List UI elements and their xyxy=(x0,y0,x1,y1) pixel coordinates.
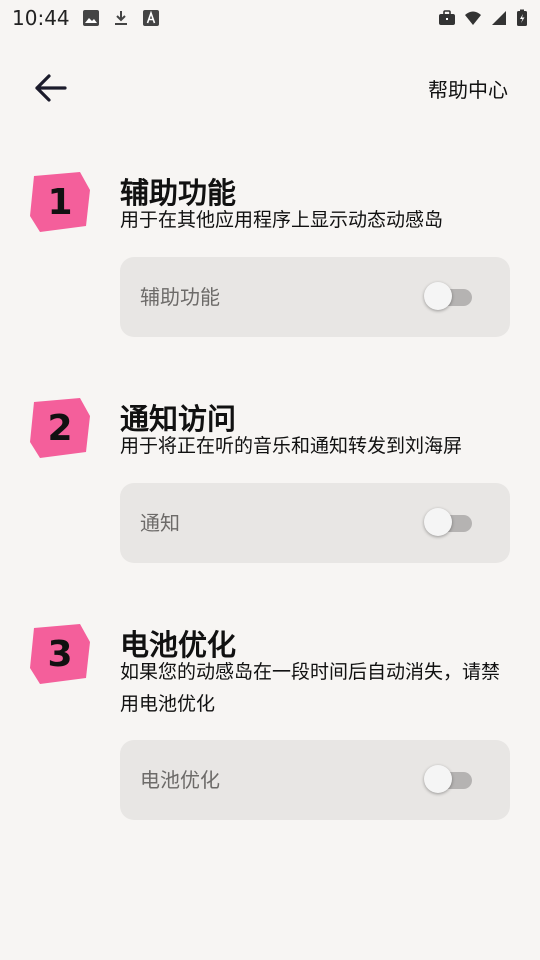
step-number: 3 xyxy=(47,633,73,675)
section-description: 用于将正在听的音乐和通知转发到刘海屏 xyxy=(120,435,463,457)
switch-thumb xyxy=(424,282,452,310)
section-description: 用于在其他应用程序上显示动态动感岛 xyxy=(120,209,444,231)
step-badge: 1 xyxy=(28,170,92,234)
image-icon xyxy=(82,9,100,27)
status-bar-right xyxy=(438,9,528,27)
switch-thumb xyxy=(424,508,452,536)
status-time: 10:44 xyxy=(12,6,70,30)
back-button[interactable] xyxy=(28,66,72,110)
battery-toggle-card[interactable]: 电池优化 xyxy=(120,740,510,820)
accessibility-toggle-card[interactable]: 辅助功能 xyxy=(120,257,510,337)
help-center-link[interactable]: 帮助中心 xyxy=(428,74,508,103)
status-bar-left: 10:44 xyxy=(12,6,160,30)
toggle-label: 通知 xyxy=(140,511,180,535)
wifi-icon xyxy=(464,9,482,27)
switch-thumb xyxy=(424,765,452,793)
battery-charging-icon xyxy=(516,9,528,27)
step-number: 2 xyxy=(47,407,73,449)
battery-switch[interactable] xyxy=(424,765,474,793)
download-icon xyxy=(112,9,130,27)
accessibility-switch[interactable] xyxy=(424,282,474,310)
font-a-icon xyxy=(142,9,160,27)
toggle-label: 电池优化 xyxy=(140,768,220,792)
step-badge: 3 xyxy=(28,622,92,686)
briefcase-icon xyxy=(438,9,456,27)
step-number: 1 xyxy=(47,181,73,223)
notification-toggle-card[interactable]: 通知 xyxy=(120,483,510,563)
step-badge: 2 xyxy=(28,396,92,460)
notification-switch[interactable] xyxy=(424,508,474,536)
section-description: 如果您的动感岛在一段时间后自动消失，请禁用电池优化 xyxy=(120,661,501,715)
status-bar: 10:44 xyxy=(0,0,540,36)
back-arrow-icon xyxy=(35,74,67,102)
signal-icon xyxy=(490,9,508,27)
toggle-label: 辅助功能 xyxy=(140,285,220,309)
top-bar: 帮助中心 xyxy=(0,56,540,120)
